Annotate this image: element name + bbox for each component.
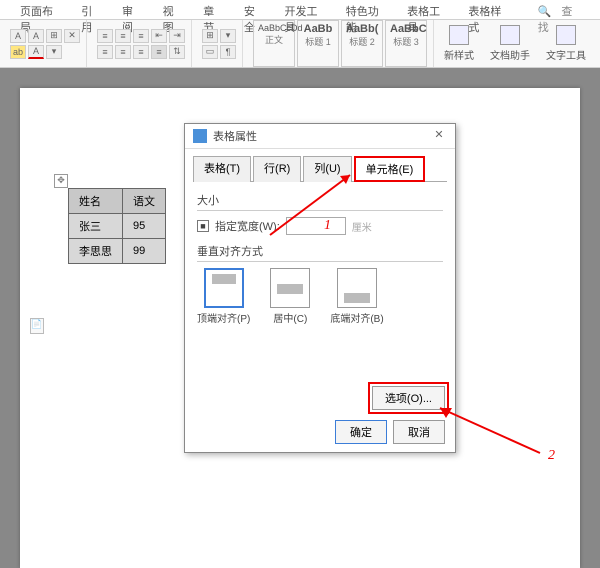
- valign-middle[interactable]: [270, 268, 310, 308]
- ribbon-tab[interactable]: 表格工具: [397, 0, 458, 19]
- ribbon-tab[interactable]: 页面布局: [10, 0, 71, 19]
- dialog-icon: [193, 129, 207, 143]
- tab-column[interactable]: 列(U): [303, 156, 351, 182]
- border-btn[interactable]: ▾: [220, 29, 236, 43]
- spacing-btn[interactable]: ⇅: [169, 45, 185, 59]
- format-btn[interactable]: A: [10, 29, 26, 43]
- dialog-body: 大小 ■ 指定宽度(W): 厘米 垂直对齐方式 顶端对齐(P) 居中(C) 底端…: [185, 182, 455, 331]
- comment-icon[interactable]: 📄: [30, 318, 44, 334]
- tab-row[interactable]: 行(R): [253, 156, 301, 182]
- ribbon-tab[interactable]: 表格样式: [458, 0, 519, 19]
- cancel-button[interactable]: 取消: [393, 420, 445, 444]
- options-button[interactable]: 选项(O)...: [372, 386, 445, 410]
- table-cell[interactable]: 张三: [69, 214, 123, 239]
- ribbon-tab[interactable]: 审阅: [112, 0, 153, 19]
- section-valign-label: 垂直对齐方式: [197, 243, 443, 259]
- tab-table[interactable]: 表格(T): [193, 156, 251, 182]
- format-btn[interactable]: A: [28, 29, 44, 43]
- ribbon-tab[interactable]: 安全: [234, 0, 275, 19]
- ribbon-tab[interactable]: 开发工具: [275, 0, 336, 19]
- ribbon-tab[interactable]: 引用: [71, 0, 112, 19]
- tab-cell[interactable]: 单元格(E): [354, 156, 426, 182]
- dialog-tabs: 表格(T) 行(R) 列(U) 单元格(E): [193, 155, 447, 182]
- style-h3[interactable]: AaBbC标题 3: [385, 20, 427, 67]
- ribbon-tabs: 页面布局 引用 审阅 视图 章节 安全 开发工具 特色功能 表格工具 表格样式 …: [0, 0, 600, 20]
- valign-top[interactable]: [204, 268, 244, 308]
- valign-middle-label: 居中(C): [273, 310, 307, 325]
- ribbon-tab[interactable]: 特色功能: [336, 0, 397, 19]
- valign-top-label: 顶端对齐(P): [197, 310, 250, 325]
- dialog-title: 表格属性: [213, 128, 431, 144]
- width-input[interactable]: [286, 217, 346, 235]
- style-h2[interactable]: AaBb(标题 2: [341, 20, 383, 67]
- list-btn[interactable]: ≡: [97, 29, 113, 43]
- clear-format-btn[interactable]: ✕: [64, 29, 80, 43]
- table-cell[interactable]: 95: [123, 214, 166, 239]
- highlight-btn[interactable]: ab: [10, 45, 26, 59]
- indent-btn[interactable]: ⇤: [151, 29, 167, 43]
- dropdown-btn[interactable]: ▾: [46, 45, 62, 59]
- annotation-number-1: 1: [324, 218, 331, 234]
- table-header-cell[interactable]: 姓名: [69, 189, 123, 214]
- list-btn[interactable]: ≡: [115, 29, 131, 43]
- border-btn[interactable]: ⊞: [202, 29, 218, 43]
- section-size-label: 大小: [197, 192, 443, 208]
- table-header-cell[interactable]: 语文: [123, 189, 166, 214]
- close-icon[interactable]: ✕: [431, 128, 447, 144]
- valign-bottom[interactable]: [337, 268, 377, 308]
- font-color-btn[interactable]: A: [28, 45, 44, 59]
- format-btn[interactable]: ⊞: [46, 29, 62, 43]
- specify-width-checkbox[interactable]: ■: [197, 220, 209, 232]
- align-btn[interactable]: ≡: [133, 45, 149, 59]
- style-normal[interactable]: AaBbCcDd正文: [253, 20, 295, 67]
- shading-btn[interactable]: ▭: [202, 45, 218, 59]
- document-table[interactable]: 姓名语文 张三95 李思思99: [68, 188, 166, 264]
- align-btn[interactable]: ≡: [97, 45, 113, 59]
- dialog-titlebar: 表格属性 ✕: [185, 124, 455, 149]
- list-btn[interactable]: ≡: [133, 29, 149, 43]
- search-label[interactable]: 🔍查找: [528, 0, 600, 19]
- indent-btn[interactable]: ⇥: [169, 29, 185, 43]
- align-btn[interactable]: ≡: [151, 45, 167, 59]
- style-h1[interactable]: AaBb标题 1: [297, 20, 339, 67]
- ribbon-tab[interactable]: 视图: [153, 0, 194, 19]
- doc-helper-button[interactable]: 文档助手: [484, 25, 536, 62]
- align-btn[interactable]: ≡: [115, 45, 131, 59]
- valign-bottom-label: 底端对齐(B): [330, 310, 383, 325]
- ribbon-tab[interactable]: 章节: [193, 0, 234, 19]
- annotation-number-2: 2: [548, 448, 555, 464]
- unit-label: 厘米: [352, 219, 372, 234]
- para-btn[interactable]: ¶: [220, 45, 236, 59]
- ok-button[interactable]: 确定: [335, 420, 387, 444]
- table-move-handle[interactable]: ✥: [54, 174, 68, 188]
- new-style-button[interactable]: 新样式: [438, 25, 480, 62]
- text-tool-button[interactable]: 文字工具: [540, 25, 592, 62]
- table-cell[interactable]: 李思思: [69, 239, 123, 264]
- table-cell[interactable]: 99: [123, 239, 166, 264]
- specify-width-label: 指定宽度(W):: [215, 218, 280, 234]
- table-properties-dialog: 表格属性 ✕ 表格(T) 行(R) 列(U) 单元格(E) 大小 ■ 指定宽度(…: [184, 123, 456, 453]
